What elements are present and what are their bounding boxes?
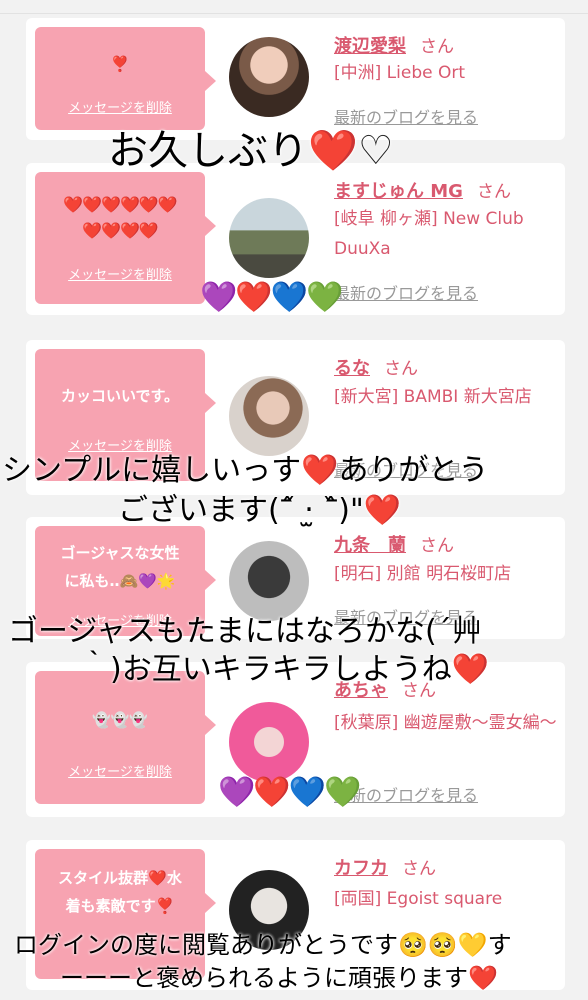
message-text: ゴージャスな女性 [60, 544, 180, 562]
green-heart-icon: 💚 [306, 280, 343, 315]
honorific: さん [476, 182, 511, 202]
overlay-caption-text: ーーーと褒められるように頑張ります [60, 964, 468, 992]
message-text: スタイル抜群❤️水 [58, 869, 182, 887]
avatar[interactable] [229, 376, 309, 456]
message-text: ❤️❤️❤️❤️ [82, 221, 159, 240]
delete-message-link[interactable]: メッセージを削除 [35, 761, 205, 780]
overlay-caption-text: シンプルに嬉しいっす [2, 453, 302, 488]
shop-name: [両国] Egoist square [334, 889, 503, 909]
overlay-caption: ーーーと褒められるように頑張ります❤️ [60, 958, 498, 993]
delete-message-link[interactable]: メッセージを削除 [35, 97, 205, 116]
cast-name[interactable]: 渡辺愛梨 [334, 36, 406, 57]
overlay-caption-text: ログインの度に閲覧ありがとうです🥺🥺💛す [14, 931, 512, 959]
overlay-caption: ございます(ˆ᷄ ‧̫ ˆ᷅)"❤️ [118, 485, 401, 529]
avatar[interactable] [229, 702, 309, 782]
honorific: さん [402, 859, 436, 879]
top-divider [0, 0, 588, 14]
heart-icon: ❤️ [301, 453, 339, 488]
message-text: カッコいいです。 [60, 387, 180, 405]
message-text: に私も‥🙈💜🌟 [64, 572, 176, 590]
red-heart-icon: ❤️ [235, 280, 272, 315]
shop-name: [新大宮] BAMBI 新大宮店 [334, 387, 532, 407]
honorific: さん [384, 359, 418, 379]
heart-emoji-row: 💜❤️💙💚 [200, 280, 343, 315]
message-text: ❤️❤️❤️❤️❤️❤️ [63, 195, 178, 214]
honorific: さん [420, 37, 454, 57]
message-text: ❣️ [110, 55, 130, 73]
heart-icon: ❤️ [363, 493, 402, 528]
message-bubble: ❤️❤️❤️❤️❤️❤️ ❤️❤️❤️❤️ メッセージを削除 [35, 172, 216, 304]
shop-name: [明石] 別館 明石桜町店 [334, 564, 512, 584]
overlay-caption-text: お久しぶり [108, 128, 308, 174]
overlay-caption: ログインの度に閲覧ありがとうです🥺🥺💛す [14, 925, 512, 960]
green-heart-icon: 💚 [324, 775, 361, 810]
heart-icon: ❤️ [451, 652, 490, 687]
honorific: さん [420, 536, 454, 556]
shop-name: [中洲] Liebe Ort [334, 63, 466, 83]
cast-name[interactable]: るな [334, 358, 370, 379]
avatar[interactable] [229, 37, 309, 117]
overlay-caption: シンプルに嬉しいっす❤️ありがとう [2, 445, 488, 489]
purple-heart-icon: 💜 [218, 775, 255, 810]
message-bubble: ❣️ メッセージを削除 [35, 27, 216, 130]
cast-name[interactable]: ますじゅん MG [334, 181, 463, 202]
cast-name[interactable]: 九条 蘭 [334, 535, 406, 556]
heart-emoji-row: 💜❤️💙💚 [218, 775, 361, 810]
shop-name: [岐阜 柳ヶ瀬] New Club DuuXa [334, 209, 524, 259]
blue-heart-icon: 💙 [270, 280, 308, 315]
overlay-caption: ｀)お互いキラキラしようね❤️ [80, 644, 489, 688]
overlay-caption-text: ｀)お互いキラキラしようね [80, 652, 452, 687]
message-text: 👻👻👻 [91, 711, 149, 729]
heart-icon: ❤️ [308, 128, 358, 174]
blue-heart-icon: 💙 [288, 775, 326, 810]
delete-message-link[interactable]: メッセージを削除 [35, 264, 205, 283]
message-bubble: 👻👻👻 メッセージを削除 [35, 671, 216, 804]
shop-name: [秋葉原] 幽遊屋敷～霊女編～ [334, 713, 557, 733]
white-heart-icon: ♡ [357, 128, 394, 174]
avatar[interactable] [229, 198, 309, 278]
red-heart-icon: ❤️ [253, 775, 290, 810]
cast-name[interactable]: カフカ [334, 858, 388, 879]
overlay-caption: お久しぶり❤️♡ [108, 118, 394, 176]
heart-icon: ❤️ [468, 964, 498, 992]
message-text: 着も素敵です❣️ [65, 897, 175, 915]
blog-link[interactable]: 最新のブログを見る [334, 280, 478, 304]
overlay-caption-text: ありがとう [338, 453, 489, 488]
overlay-caption-text: ございます(ˆ᷄ ‧̫ ˆ᷅)" [118, 493, 364, 528]
purple-heart-icon: 💜 [200, 280, 237, 315]
